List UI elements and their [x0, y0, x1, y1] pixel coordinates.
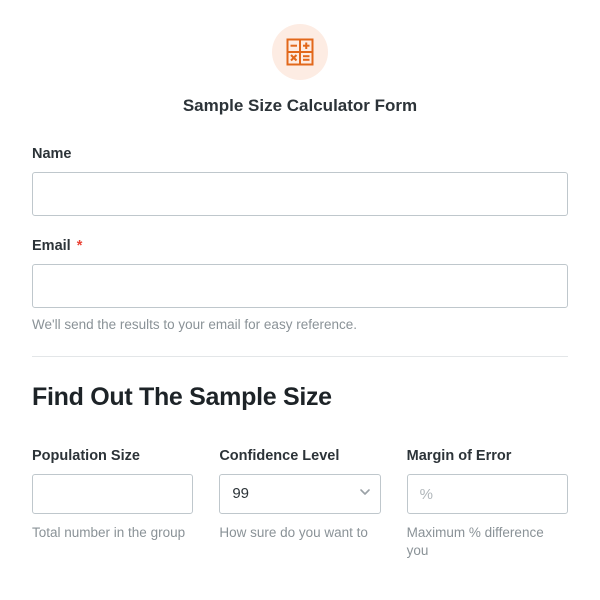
required-mark: * — [77, 238, 83, 254]
name-label: Name — [32, 146, 568, 162]
margin-help: Maximum % difference you — [407, 524, 568, 560]
email-input[interactable] — [32, 264, 568, 308]
section-heading: Find Out The Sample Size — [32, 383, 568, 412]
page-title: Sample Size Calculator Form — [32, 96, 568, 116]
email-label: Email * — [32, 238, 568, 254]
confidence-select[interactable]: 99 — [219, 474, 380, 514]
confidence-label: Confidence Level — [219, 448, 380, 464]
population-input[interactable] — [32, 474, 193, 514]
email-label-text: Email — [32, 238, 71, 254]
population-label: Population Size — [32, 448, 193, 464]
divider — [32, 356, 568, 357]
confidence-help: How sure do you want to — [219, 524, 380, 542]
name-input[interactable] — [32, 172, 568, 216]
email-help: We'll send the results to your email for… — [32, 316, 568, 334]
margin-label: Margin of Error — [407, 448, 568, 464]
calculator-icon — [272, 24, 328, 80]
population-help: Total number in the group — [32, 524, 193, 542]
margin-input[interactable] — [407, 474, 568, 514]
